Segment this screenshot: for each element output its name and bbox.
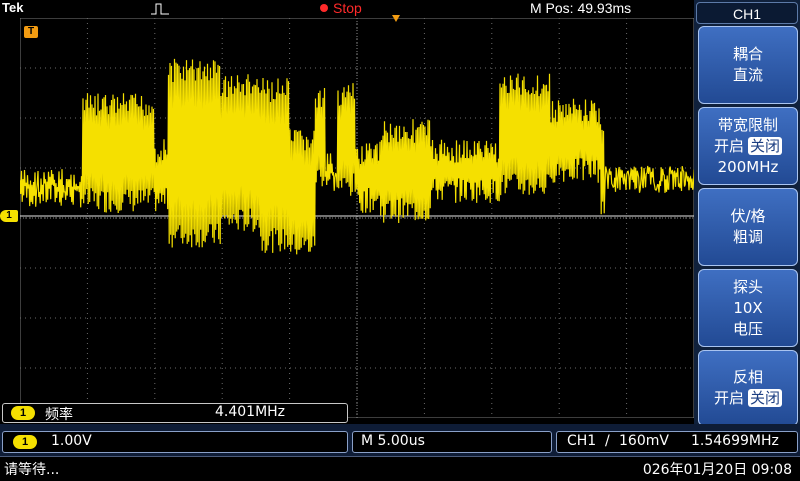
trigger-frequency: 1.54699MHz bbox=[691, 433, 779, 449]
invert-off-selected: 关闭 bbox=[748, 389, 783, 407]
measurement-readout: 1 频率 4.401MHz bbox=[2, 403, 348, 423]
waveform-display bbox=[20, 18, 694, 418]
trigger-level: 160mV bbox=[619, 433, 669, 449]
probe-attenuation: 10X bbox=[733, 298, 763, 317]
volts-div-label: 伏/格 bbox=[730, 207, 766, 225]
date-time: 026年01月20日 09:08 bbox=[642, 462, 792, 478]
status-message: 请等待... bbox=[4, 462, 60, 478]
measurement-channel-badge: 1 bbox=[11, 406, 35, 420]
bandwidth-value: 200MHz bbox=[717, 157, 779, 176]
trigger-source: CH1 bbox=[567, 433, 597, 449]
invert-on: 开启 bbox=[713, 389, 744, 407]
graticule bbox=[20, 18, 694, 418]
vertical-scale: 1.00V bbox=[51, 433, 92, 449]
vertical-scale-readout: 1 1.00V bbox=[2, 431, 348, 453]
bandwidth-off-selected: 关闭 bbox=[748, 136, 783, 155]
run-state: Stop bbox=[333, 0, 362, 16]
bandwidth-on: 开启 bbox=[713, 136, 744, 155]
stop-indicator-icon bbox=[320, 4, 328, 12]
coupling-button[interactable]: 耦合 直流 bbox=[698, 26, 798, 104]
horizontal-position: M Pos: 49.93ms bbox=[530, 0, 632, 16]
invert-button[interactable]: 反相 开启 关闭 bbox=[698, 350, 798, 426]
probe-type: 电压 bbox=[732, 319, 763, 338]
ch1-ground-marker: 1 bbox=[0, 210, 18, 222]
top-status-bar: Tek Stop M Pos: 49.93ms bbox=[0, 0, 694, 18]
timebase-scale: M 5.00us bbox=[361, 433, 425, 449]
probe-label: 探头 bbox=[732, 277, 763, 296]
bandwidth-limit-button[interactable]: 带宽限制 开启 关闭 200MHz bbox=[698, 107, 798, 185]
acquire-pulse-icon bbox=[151, 3, 169, 15]
trigger-slope-icon: / bbox=[605, 433, 610, 449]
coupling-label: 耦合 bbox=[732, 45, 763, 63]
trigger-readout: CH1 / 160mV 1.54699MHz bbox=[556, 431, 798, 453]
trigger-position-icon bbox=[392, 15, 400, 22]
bandwidth-label: 带宽限制 bbox=[717, 115, 778, 134]
invert-label: 反相 bbox=[732, 368, 763, 386]
probe-button[interactable]: 探头 10X 电压 bbox=[698, 269, 798, 347]
brand-logo: Tek bbox=[2, 0, 24, 15]
status-bar: 请等待... 026年01月20日 09:08 bbox=[0, 456, 800, 481]
trigger-time-marker: T bbox=[24, 26, 38, 38]
menu-title: CH1 bbox=[696, 2, 798, 24]
measurement-value: 4.401MHz bbox=[215, 404, 286, 420]
vertical-channel-badge: 1 bbox=[13, 435, 37, 449]
measurement-label: 频率 bbox=[45, 407, 73, 423]
timebase-readout: M 5.00us bbox=[352, 431, 552, 453]
volts-div-button[interactable]: 伏/格 粗调 bbox=[698, 188, 798, 266]
volts-div-value: 粗调 bbox=[732, 228, 763, 246]
coupling-value: 直流 bbox=[732, 66, 763, 84]
